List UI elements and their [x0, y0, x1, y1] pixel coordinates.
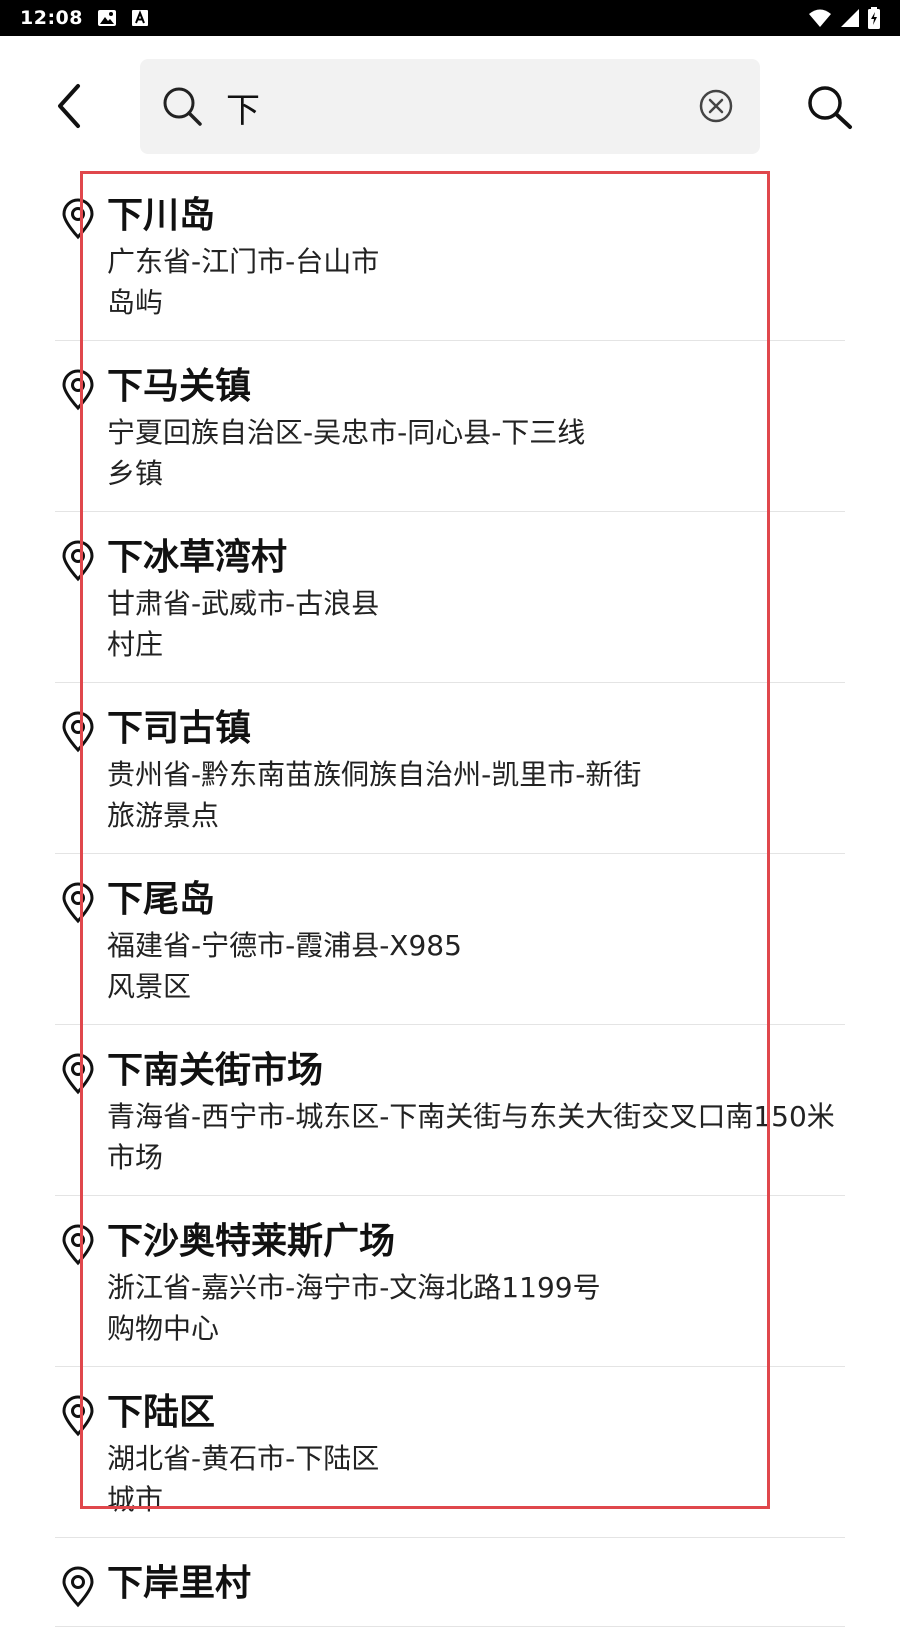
result-item[interactable]: 下岸里村 — [55, 1538, 845, 1627]
search-button[interactable] — [802, 80, 858, 136]
result-address: 湖北省-黄石市-下陆区 — [107, 1442, 380, 1475]
result-name: 下南关街市场 — [107, 1050, 324, 1091]
result-address: 贵州省-黔东南苗族侗族自治州-凯里市-新街 — [107, 758, 642, 791]
image-notification-icon — [97, 9, 117, 27]
result-item[interactable]: 下川岛 广东省-江门市-台山市 岛屿 — [55, 170, 845, 341]
back-button[interactable] — [44, 76, 94, 136]
location-pin-icon — [61, 1224, 95, 1270]
clear-search-button[interactable] — [698, 88, 734, 128]
result-item[interactable]: 下陆区 湖北省-黄石市-下陆区 城市 — [55, 1367, 845, 1538]
result-name: 下沙奥特莱斯广场 — [107, 1221, 396, 1262]
location-pin-icon — [61, 540, 95, 586]
result-name: 下马关镇 — [107, 366, 252, 407]
result-address: 宁夏回族自治区-吴忠市-同心县-下三线 — [107, 416, 586, 449]
search-icon — [808, 86, 852, 129]
result-category: 市场 — [107, 1141, 164, 1174]
location-pin-icon — [61, 1053, 95, 1099]
result-address: 广东省-江门市-台山市 — [107, 245, 380, 278]
search-box[interactable] — [140, 59, 760, 154]
result-name: 下司古镇 — [107, 708, 252, 749]
result-category: 村庄 — [107, 628, 164, 661]
location-pin-icon — [61, 711, 95, 757]
results-list: 下川岛 广东省-江门市-台山市 岛屿 下马关镇 宁夏回族自治区-吴忠市-同心县-… — [55, 170, 845, 1627]
result-item[interactable]: 下冰草湾村 甘肃省-武威市-古浪县 村庄 — [55, 512, 845, 683]
result-item[interactable]: 下司古镇 贵州省-黔东南苗族侗族自治州-凯里市-新街 旅游景点 — [55, 683, 845, 854]
result-category: 岛屿 — [107, 286, 164, 319]
result-name: 下冰草湾村 — [107, 537, 288, 578]
result-item[interactable]: 下尾岛 福建省-宁德市-霞浦县-X985 风景区 — [55, 854, 845, 1025]
search-header — [0, 36, 900, 170]
result-category: 乡镇 — [107, 457, 164, 490]
search-icon — [162, 86, 204, 132]
location-pin-icon — [61, 882, 95, 928]
wifi-icon — [808, 8, 832, 28]
result-address: 浙江省-嘉兴市-海宁市-文海北路1199号 — [107, 1271, 601, 1304]
result-category: 旅游景点 — [107, 799, 220, 832]
result-address: 福建省-宁德市-霞浦县-X985 — [107, 929, 462, 962]
signal-icon — [840, 8, 860, 28]
result-item[interactable]: 下沙奥特莱斯广场 浙江省-嘉兴市-海宁市-文海北路1199号 购物中心 — [55, 1196, 845, 1367]
result-name: 下陆区 — [107, 1392, 216, 1433]
result-address: 青海省-西宁市-城东区-下南关街与东关大街交叉口南150米 — [107, 1100, 835, 1133]
status-time: 12:08 — [20, 7, 83, 29]
result-category: 风景区 — [107, 970, 192, 1003]
keyboard-notification-icon — [131, 9, 149, 27]
result-address: 甘肃省-武威市-古浪县 — [107, 587, 380, 620]
result-item[interactable]: 下马关镇 宁夏回族自治区-吴忠市-同心县-下三线 乡镇 — [55, 341, 845, 512]
status-left: 12:08 — [20, 7, 149, 29]
result-item[interactable]: 下南关街市场 青海省-西宁市-城东区-下南关街与东关大街交叉口南150米 市场 — [55, 1025, 845, 1196]
result-category: 购物中心 — [107, 1312, 220, 1345]
location-pin-icon — [61, 198, 95, 244]
status-bar: 12:08 — [0, 0, 900, 36]
location-pin-icon — [61, 1395, 95, 1441]
location-pin-icon — [61, 369, 95, 415]
battery-charging-icon — [868, 7, 880, 29]
location-pin-icon — [61, 1566, 95, 1612]
result-name: 下川岛 — [107, 195, 216, 236]
result-category: 城市 — [107, 1483, 164, 1516]
result-name: 下岸里村 — [107, 1563, 252, 1604]
clear-circle-icon — [699, 89, 733, 123]
chevron-left-icon — [58, 84, 80, 128]
result-name: 下尾岛 — [107, 879, 216, 920]
search-input[interactable] — [226, 77, 666, 137]
status-right — [808, 7, 880, 29]
